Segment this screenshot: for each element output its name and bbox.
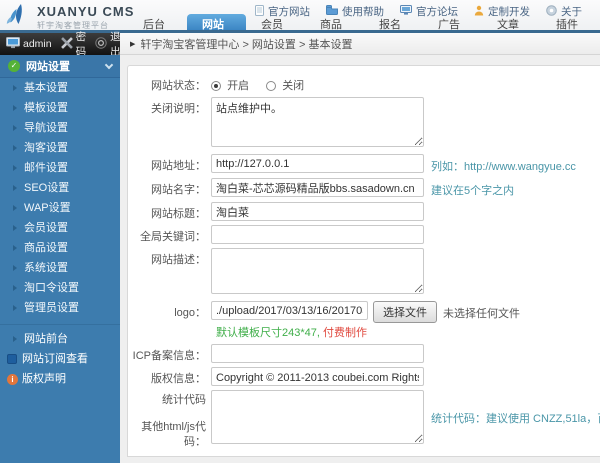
keywords-label: 全局关键词： [128, 225, 206, 244]
sidebar-item-copyright-notice[interactable]: i 版权声明 [0, 369, 120, 389]
copyright-icon: i [7, 374, 18, 385]
keywords-row: 全局关键词： [128, 225, 600, 244]
sidebar: ✓ 网站设置 基本设置 模板设置 导航设置 淘客设置 邮件设置 SEO设置 WA… [0, 55, 120, 463]
stats-code-row: 统计代码 其他html/js代码： 统计代码：建议使用 CNZZ,51la，百度… [128, 390, 600, 450]
copyright-row: 版权信息： [128, 367, 600, 386]
gear-icon: ✓ [8, 60, 20, 72]
site-name-hint: 建议在5个字之内 [431, 178, 514, 198]
sidebar-item-system-settings[interactable]: 系统设置 [0, 258, 120, 278]
sidebar-item-template-settings[interactable]: 模板设置 [0, 98, 120, 118]
tab-site-settings[interactable]: 网站设置 [187, 14, 246, 30]
tab-article-mgmt[interactable]: 文章管理 [482, 14, 541, 30]
sidebar-item-taokouling-settings[interactable]: 淘口令设置 [0, 278, 120, 298]
stats-code-textarea[interactable] [211, 390, 424, 444]
tab-signup-mgmt[interactable]: 报名管理 [364, 14, 423, 30]
site-name-row: 网站名字： 建议在5个字之内 [128, 178, 600, 198]
sidebar-item-admin-settings[interactable]: 管理员设置 [0, 298, 120, 318]
keywords-input[interactable] [211, 225, 424, 244]
app-logo: XUANYU CMS 轩宇淘客管理平台 [6, 3, 134, 31]
description-textarea[interactable] [211, 248, 424, 294]
radio-off-icon[interactable] [266, 81, 276, 91]
user-bar: admin 密码 退出 [0, 33, 120, 55]
icp-row: ICP备案信息： [128, 344, 600, 363]
logo-paid-hint: 付费制作 [323, 327, 367, 339]
no-file-text: 未选择任何文件 [443, 301, 520, 323]
description-row: 网站描述： [128, 248, 600, 297]
user-admin[interactable]: admin [6, 37, 52, 52]
monitor-icon [6, 37, 20, 52]
main-nav-tabs: 后台首页 网站设置 会员管理 商品管理 报名管理 广告管理 文章管理 插件应用 [128, 14, 600, 30]
logo-title: XUANYU CMS [37, 4, 134, 19]
tools-icon [61, 37, 73, 52]
sidebar-item-mail-settings[interactable]: 邮件设置 [0, 158, 120, 178]
main-content: 网站状态： 开启 关闭 关闭说明： 站点维护中。 [120, 55, 600, 463]
sidebar-divider [0, 324, 120, 325]
top-header: XUANYU CMS 轩宇淘客管理平台 官方网站 使用帮助 官方论坛 定制开发 [0, 0, 600, 33]
sidebar-item-nav-settings[interactable]: 导航设置 [0, 118, 120, 138]
close-note-label: 关闭说明： [128, 97, 206, 150]
copyright-input[interactable] [211, 367, 424, 386]
tab-product-mgmt[interactable]: 商品管理 [305, 14, 364, 30]
breadcrumb: ▶ 轩宇淘宝客管理中心 > 网站设置 > 基本设置 [120, 33, 600, 55]
breadcrumb-text: 轩宇淘宝客管理中心 > 网站设置 > 基本设置 [140, 36, 352, 52]
site-name-label: 网站名字： [128, 178, 206, 198]
site-url-label: 网站地址： [128, 154, 206, 174]
tab-backend-home[interactable]: 后台首页 [128, 14, 187, 30]
site-url-row: 网站地址： 列如：http://www.wangyue.cc [128, 154, 600, 174]
sidebar-item-basic-settings[interactable]: 基本设置 [0, 78, 120, 98]
logo-wing-icon [6, 3, 32, 31]
site-status-label: 网站状态： [128, 74, 206, 93]
site-status-row: 网站状态： 开启 关闭 [128, 74, 600, 93]
site-url-input[interactable] [211, 154, 424, 173]
tab-member-mgmt[interactable]: 会员管理 [246, 14, 305, 30]
site-title-row: 网站标题： [128, 202, 600, 221]
site-title-input[interactable] [211, 202, 424, 221]
tab-plugin-app[interactable]: 插件应用 [541, 14, 600, 30]
icp-input[interactable] [211, 344, 424, 363]
sidebar-item-seo-settings[interactable]: SEO设置 [0, 178, 120, 198]
site-name-input[interactable] [211, 178, 424, 197]
site-title-label: 网站标题： [128, 202, 206, 221]
status-off-option[interactable]: 关闭 [266, 80, 304, 92]
logo-label: logo： [128, 301, 206, 323]
subscribe-icon [7, 354, 17, 364]
logo-row: logo： 选择文件 未选择任何文件 [128, 301, 600, 323]
close-note-textarea[interactable]: 站点维护中。 [211, 97, 424, 147]
logout-icon [95, 37, 107, 52]
sidebar-item-member-settings[interactable]: 会员设置 [0, 218, 120, 238]
status-on-option[interactable]: 开启 [211, 80, 252, 92]
logo-hint: 默认模板尺寸243*47, 付费制作 [216, 324, 600, 340]
logo-size-hint: 默认模板尺寸243*47, [216, 327, 320, 339]
stats-code-label: 统计代码 其他html/js代码： [128, 390, 206, 450]
sidebar-item-site-front[interactable]: 网站前台 [0, 329, 120, 349]
choose-file-button[interactable]: 选择文件 [373, 301, 437, 323]
stats-code-hint: 统计代码：建议使用 CNZZ,51la，百度等！ [431, 390, 600, 450]
sidebar-item-subscription-view[interactable]: 网站订阅查看 [0, 349, 120, 369]
radio-on-icon[interactable] [211, 81, 221, 91]
tab-ad-mgmt[interactable]: 广告管理 [423, 14, 482, 30]
sidebar-item-product-settings[interactable]: 商品设置 [0, 238, 120, 258]
sidebar-item-wap-settings[interactable]: WAP设置 [0, 198, 120, 218]
breadcrumb-arrow-icon: ▶ [130, 40, 135, 48]
chevron-down-icon [105, 60, 113, 68]
icp-label: ICP备案信息： [128, 344, 206, 363]
logo-path-input[interactable] [211, 301, 368, 320]
close-note-row: 关闭说明： 站点维护中。 [128, 97, 600, 150]
admin-page: XUANYU CMS 轩宇淘客管理平台 官方网站 使用帮助 官方论坛 定制开发 [0, 0, 600, 463]
site-url-hint: 列如：http://www.wangyue.cc [431, 154, 576, 174]
settings-form: 网站状态： 开启 关闭 关闭说明： 站点维护中。 [127, 65, 600, 457]
sidebar-item-taoke-settings[interactable]: 淘客设置 [0, 138, 120, 158]
sidebar-group-site-settings[interactable]: ✓ 网站设置 [0, 55, 120, 78]
description-label: 网站描述： [128, 248, 206, 297]
copyright-label: 版权信息： [128, 367, 206, 386]
